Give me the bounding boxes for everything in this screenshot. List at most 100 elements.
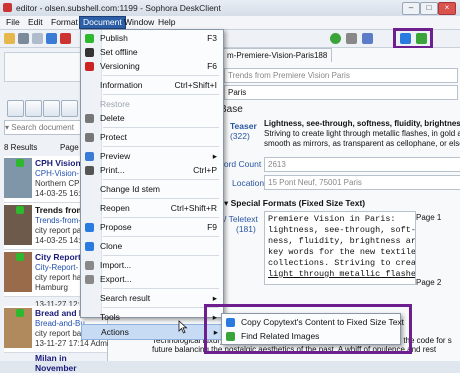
menu-item-search-result[interactable]: Search result ▸ [81,291,223,305]
menu-item-propose[interactable]: Propose F9 [81,220,223,234]
minimize-button[interactable]: – [402,2,420,15]
result-title[interactable]: Milan in November [35,353,107,373]
menu-item-label: Export... [100,274,132,284]
panel-button-4[interactable] [61,100,78,117]
search-placeholder: Search document [11,123,74,132]
menu-window[interactable]: Window [121,17,157,28]
toolbar [0,28,460,49]
result-location: Hamburg [35,283,68,292]
search-input[interactable]: ▾ Search document [4,120,82,135]
menu-item-information[interactable]: Information Ctrl+Shift+I [81,78,223,92]
location-field[interactable]: 15 Pont Neuf, 75001 Paris [264,175,460,190]
menu-file[interactable]: File [3,17,23,28]
menu-separator [103,255,219,256]
menu-edit[interactable]: Edit [25,17,46,28]
menu-item-versioning[interactable]: Versioning F6 [81,59,223,73]
teaser-label: Teaser [230,121,257,131]
special-formats-section[interactable]: ▾ Special Formats (Fixed Size Text) [224,198,365,209]
result-date: 14-03-25 16:5 [35,189,85,198]
menu-item-label: Propose [100,222,132,232]
stop-icon[interactable] [60,33,71,44]
save-icon[interactable] [18,33,29,44]
result-date: 14-03-25 14:5 [35,236,85,245]
status-icon [16,309,24,317]
result-id: CPH-Vision- [35,169,79,178]
teaser-line: smooth as mirrors, as transparent as cel… [264,139,460,148]
teaser-count: (322) [230,131,250,141]
maximize-button[interactable]: □ [420,2,438,15]
menu-item-set-offline[interactable]: Set offline [81,45,223,59]
globe-icon[interactable] [330,33,341,44]
menu-separator [103,217,219,218]
menu-separator [103,179,219,180]
location-label: Location [232,178,265,188]
menu-format[interactable]: Format [48,17,81,28]
status-icon [16,253,24,261]
menu-item-export[interactable]: Export... [81,272,223,286]
close-button[interactable]: × [438,2,456,15]
menu-item-reopen[interactable]: Reopen Ctrl+Shift+R [81,201,223,215]
menu-item-change-id-stem[interactable]: Change Id stem [81,182,223,196]
find-related-images-icon[interactable] [416,33,427,44]
page-label: Page [60,143,79,152]
result-text: Northern CPH [35,179,86,188]
menu-item-publish[interactable]: Publish F3 [81,31,223,45]
toolbar-highlight-box [393,28,433,49]
menu-item-import[interactable]: Import... [81,258,223,272]
menu-item-print[interactable]: Print... Ctrl+P [81,163,223,177]
menu-separator [103,94,219,95]
submenu-arrow-icon: ▸ [212,151,217,161]
menu-item-label: Search result [100,293,151,303]
propose-icon [85,223,94,232]
menu-help[interactable]: Help [155,17,178,28]
print-icon [85,166,94,175]
panel-button-2[interactable] [25,100,42,117]
fixed-text-line: light through metallic flashes. [268,269,416,279]
new-icon[interactable] [4,33,15,44]
window-title: editor - olsen.subshell.com:1199 - Sopho… [16,3,221,13]
menu-item-shortcut: Ctrl+Shift+R [170,203,217,213]
result-text: city report ha [35,273,82,282]
results-count: 8 Results [4,143,38,152]
menu-item-preview[interactable]: Preview ▸ [81,149,223,163]
menu-item-label: Set offline [100,47,138,57]
view-icon[interactable] [362,33,373,44]
menu-item-label: Information [100,80,143,90]
tab-document[interactable]: m-Premiere-Vision-Paris188 [222,48,333,62]
menu-item-label: Tools [100,312,120,322]
copy-to-fixed-text-icon[interactable] [400,33,411,44]
collapse-icon: ▾ [224,198,231,208]
menu-item-tools[interactable]: Tools ▸ [81,310,223,324]
import-icon [85,261,94,270]
menu-separator [103,75,219,76]
menu-item-label: Reopen [100,203,130,213]
panel-button-3[interactable] [43,100,60,117]
mouse-cursor-icon [178,320,188,334]
teaser-text[interactable]: Lightness, see-through, softness, fluidi… [264,119,460,149]
preview-icon [85,152,94,161]
delete-icon [85,114,94,123]
dropdown-icon[interactable] [346,33,357,44]
menu-item-label: Protect [100,132,127,142]
menu-item-delete[interactable]: Delete [81,111,223,125]
menu-item-protect[interactable]: Protect [81,130,223,144]
menu-item-label: Import... [100,260,132,270]
subtitle-field[interactable]: Paris [224,85,458,100]
menu-document[interactable]: Document [79,16,126,29]
print-icon[interactable] [32,33,43,44]
panel-button-1[interactable] [7,100,24,117]
menu-item-label: Publish [100,33,128,43]
teletext-label: / Teletext [224,214,258,224]
document-menu: Publish F3 Set offline Versioning F6 Informat… [80,29,225,340]
refresh-icon[interactable] [46,33,57,44]
menu-item-clone[interactable]: Clone [81,239,223,253]
result-id: City-Report- [35,263,79,272]
menu-separator [103,307,219,308]
menu-item-label: Print... [100,165,125,175]
title-field[interactable]: Trends from Premiere Vision Paris [224,68,458,83]
page-2-label: Page 2 [416,278,442,287]
result-id: Trends-from- [35,216,81,225]
menu-item-shortcut: F6 [207,61,217,71]
menu-item-shortcut: F3 [207,33,217,43]
fixed-text-editor[interactable]: Premiere Vision in Paris: lightness, see… [264,211,416,285]
